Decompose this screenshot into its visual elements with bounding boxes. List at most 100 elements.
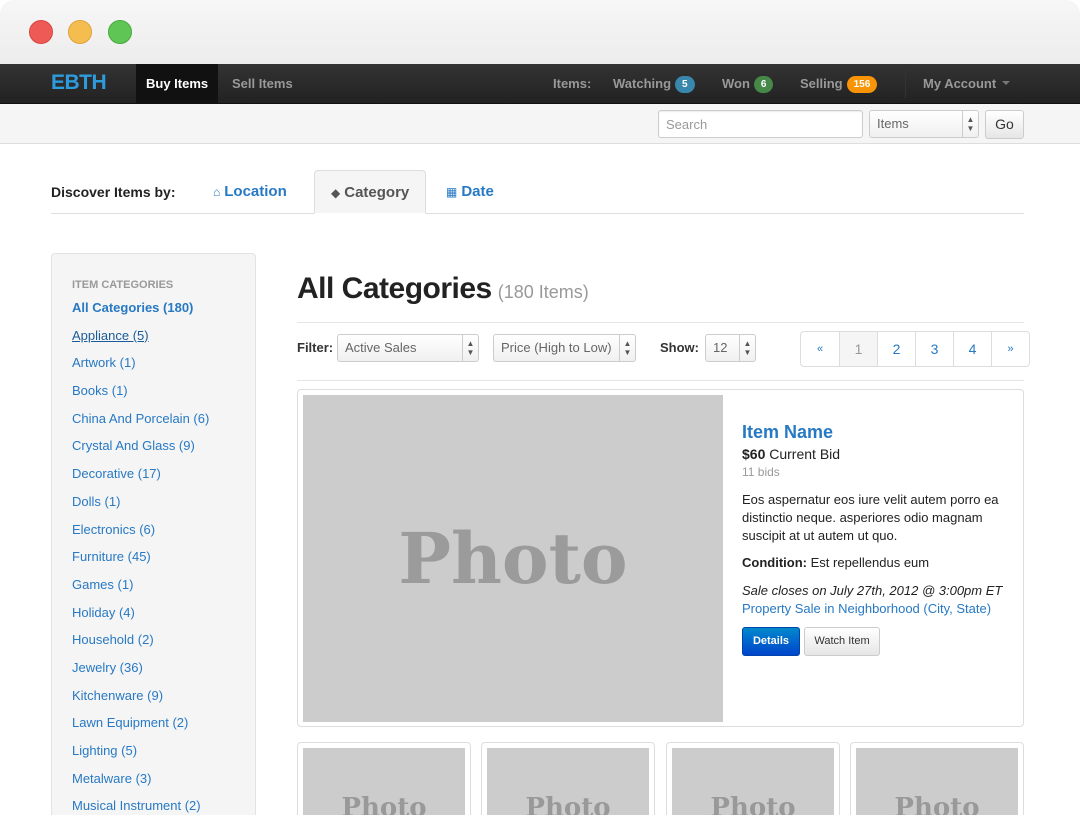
sale-location-link[interactable]: Property Sale in Neighborhood (City, Sta… <box>742 601 991 616</box>
pagination-page-3[interactable]: 3 <box>915 332 953 366</box>
won-label: Won <box>722 76 750 91</box>
won-count-badge: 6 <box>753 76 774 93</box>
pagination-page-2[interactable]: 2 <box>877 332 915 366</box>
pagination-prev[interactable]: « <box>801 332 839 366</box>
watching-label: Watching <box>613 76 672 91</box>
tab-date[interactable]: ▦ Date <box>430 170 510 214</box>
details-button[interactable]: Details <box>742 627 800 656</box>
sidebar-item-dolls[interactable]: Dolls (1) <box>72 492 209 520</box>
page-title: All Categories (180 Items) <box>297 272 589 306</box>
caret-down-icon <box>1002 81 1011 85</box>
category-list: All Categories (180) Appliance (5) Artwo… <box>72 298 209 815</box>
sidebar-item-electronics[interactable]: Electronics (6) <box>72 520 209 548</box>
show-label: Show: <box>660 340 699 355</box>
selling-count-badge: 156 <box>846 76 878 93</box>
sidebar-item-books[interactable]: Books (1) <box>72 381 209 409</box>
sort-value: Price (High to Low) <box>501 340 612 355</box>
search-bar: Items ▲▼ Go <box>0 104 1080 144</box>
sidebar-item-crystal[interactable]: Crystal And Glass (9) <box>72 436 209 464</box>
pagination-page-1[interactable]: 1 <box>839 332 877 366</box>
nav-selling[interactable]: Selling 156 <box>800 64 878 104</box>
thumbnail-photo: Photo <box>303 748 465 815</box>
my-account-label: My Account <box>923 76 997 91</box>
show-select[interactable]: 12 ▲ ▼ <box>705 334 756 362</box>
item-thumbnail[interactable]: Photo <box>850 742 1024 815</box>
tab-location[interactable]: ⌂ Location <box>197 170 303 214</box>
maximize-window-button[interactable] <box>108 20 132 44</box>
watching-count-badge: 5 <box>675 76 695 93</box>
home-icon: ⌂ <box>213 185 221 199</box>
pagination-page-4[interactable]: 4 <box>953 332 991 366</box>
current-bid: $60 Current Bid <box>742 446 840 462</box>
nav-divider <box>905 70 906 98</box>
show-value: 12 <box>713 340 728 355</box>
select-arrows-icon: ▲ ▼ <box>739 335 755 361</box>
select-arrows-icon: ▲ ▼ <box>962 111 978 137</box>
brand-logo[interactable]: EBTH <box>51 71 107 95</box>
thumbnail-photo: Photo <box>856 748 1018 815</box>
item-condition: Condition: Est repellendus eum <box>742 555 929 570</box>
go-button[interactable]: Go <box>985 110 1024 139</box>
tab-date-label: Date <box>461 183 494 200</box>
filter-select[interactable]: Active Sales ▲ ▼ <box>337 334 479 362</box>
nav-buy-items[interactable]: Buy Items <box>136 64 219 104</box>
thumbnail-photo: Photo <box>672 748 834 815</box>
filter-label: Filter: <box>297 340 334 355</box>
category-sidebar: Item Categories All Categories (180) App… <box>51 253 256 815</box>
nav-sell-items[interactable]: Sell Items <box>222 64 303 104</box>
item-name-link[interactable]: Item Name <box>742 422 833 443</box>
sidebar-item-musical-instrument[interactable]: Musical Instrument (2) <box>72 796 209 815</box>
select-arrows-icon: ▲ ▼ <box>462 335 478 361</box>
sidebar-item-lawn-equipment[interactable]: Lawn Equipment (2) <box>72 713 209 741</box>
sidebar-item-games[interactable]: Games (1) <box>72 575 209 603</box>
page-title-text: All Categories <box>297 272 492 305</box>
thumbnail-photo: Photo <box>487 748 649 815</box>
sort-select[interactable]: Price (High to Low) ▲ ▼ <box>493 334 636 362</box>
sidebar-item-furniture[interactable]: Furniture (45) <box>72 547 209 575</box>
bid-amount: $60 <box>742 446 766 462</box>
bid-label: Current Bid <box>769 446 841 462</box>
sidebar-header: Item Categories <box>72 279 174 291</box>
minimize-window-button[interactable] <box>68 20 92 44</box>
sidebar-item-lighting[interactable]: Lighting (5) <box>72 741 209 769</box>
condition-label: Condition: <box>742 555 807 570</box>
filter-value: Active Sales <box>345 340 417 355</box>
item-photo[interactable]: Photo <box>303 395 723 722</box>
pagination: « 1 2 3 4 » <box>800 331 1030 367</box>
tab-category[interactable]: ◆ Category <box>314 170 427 214</box>
search-input[interactable] <box>658 110 863 138</box>
top-navbar: EBTH Buy Items Sell Items Items: Watchin… <box>0 64 1080 104</box>
close-window-button[interactable] <box>29 20 53 44</box>
sidebar-item-household[interactable]: Household (2) <box>72 630 209 658</box>
sidebar-item-artwork[interactable]: Artwork (1) <box>72 353 209 381</box>
pagination-next[interactable]: » <box>991 332 1029 366</box>
discover-label: Discover Items by: <box>51 184 176 200</box>
nav-won[interactable]: Won 6 <box>722 64 774 104</box>
search-type-select[interactable]: Items ▲ ▼ <box>869 110 979 138</box>
sidebar-item-china[interactable]: China And Porcelain (6) <box>72 409 209 437</box>
nav-watching[interactable]: Watching 5 <box>613 64 695 104</box>
item-thumbnail[interactable]: Photo <box>481 742 655 815</box>
my-account-dropdown[interactable]: My Account <box>923 64 1011 104</box>
sidebar-item-all-categories[interactable]: All Categories (180) <box>72 298 209 326</box>
sidebar-item-jewelry[interactable]: Jewelry (36) <box>72 658 209 686</box>
tab-category-label: Category <box>344 184 410 201</box>
sidebar-item-decorative[interactable]: Decorative (17) <box>72 464 209 492</box>
item-thumbnail[interactable]: Photo <box>297 742 471 815</box>
tab-location-label: Location <box>224 183 287 200</box>
sidebar-item-metalware[interactable]: Metalware (3) <box>72 769 209 797</box>
item-count: (180 Items) <box>497 282 589 302</box>
sidebar-item-holiday[interactable]: Holiday (4) <box>72 603 209 631</box>
search-type-value: Items <box>877 116 909 131</box>
bid-count: 11 bids <box>742 465 780 479</box>
calendar-icon: ▦ <box>446 185 458 199</box>
item-description: Eos aspernatur eos iure velit autem porr… <box>742 492 999 543</box>
sidebar-item-appliance[interactable]: Appliance (5) <box>72 326 209 354</box>
condition-value: Est repellendus eum <box>810 555 930 570</box>
tag-icon: ◆ <box>331 186 341 200</box>
watch-item-button[interactable]: Watch Item <box>804 627 880 656</box>
items-label: Items: <box>553 76 592 91</box>
selling-label: Selling <box>800 76 843 91</box>
sidebar-item-kitchenware[interactable]: Kitchenware (9) <box>72 686 209 714</box>
item-thumbnail[interactable]: Photo <box>666 742 840 815</box>
